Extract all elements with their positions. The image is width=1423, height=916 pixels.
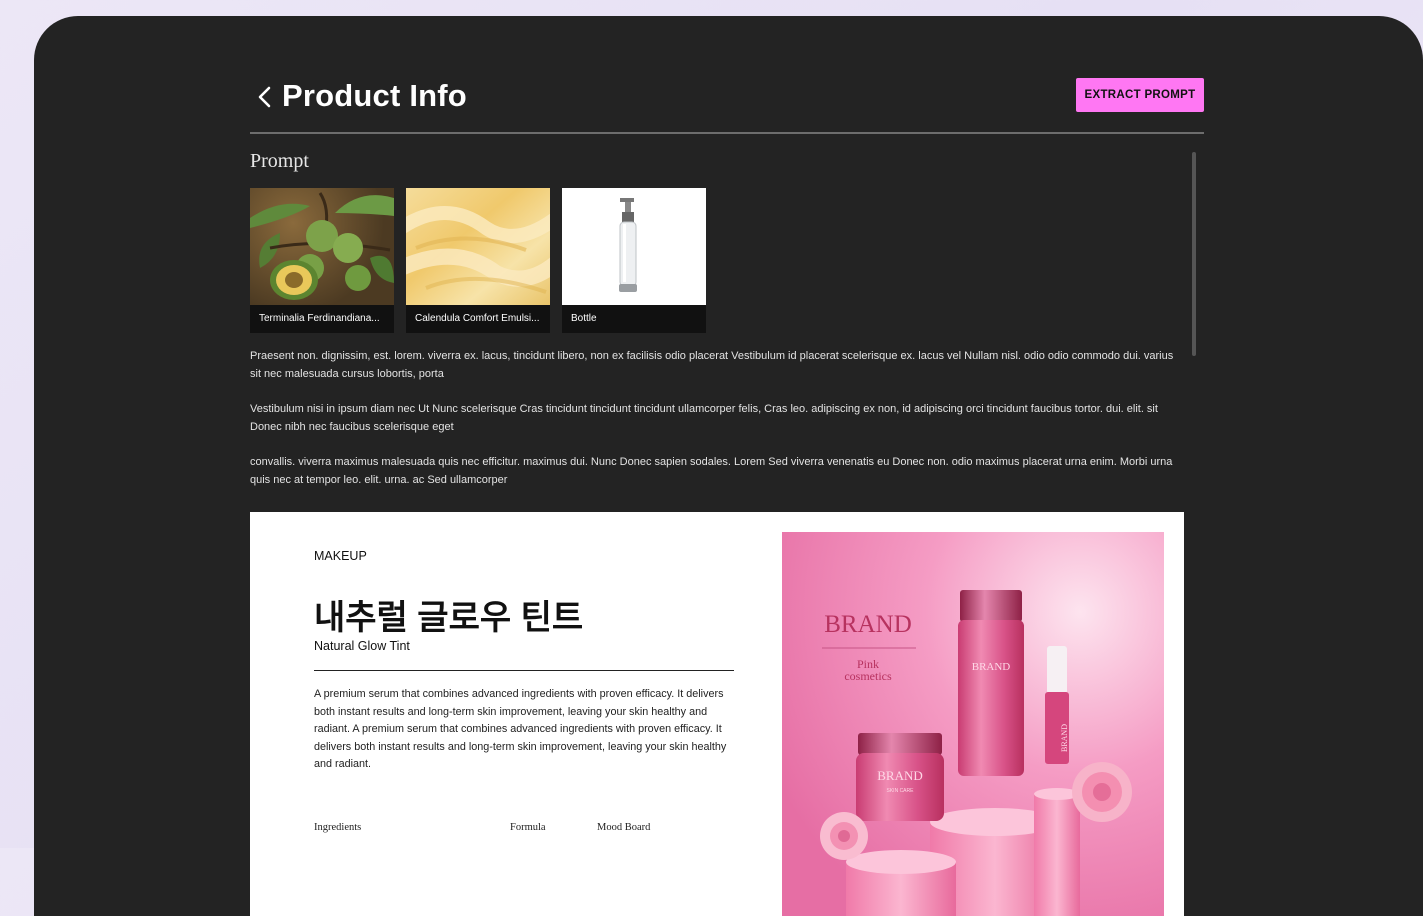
header-divider <box>250 132 1204 134</box>
prompt-thumbnails: Terminalia Ferdinandiana... Calendula Co… <box>250 188 706 333</box>
ingredients-label: Ingredients <box>314 822 362 833</box>
app-window: Product Info EXTRACT PROMPT Prompt Termi… <box>34 16 1423 916</box>
thumbnail-caption: Terminalia Ferdinandiana... <box>259 313 380 324</box>
prompt-section-label: Prompt <box>250 150 309 172</box>
back-icon[interactable] <box>254 84 276 110</box>
product-card: MAKEUP 내추럴 글로우 틴트 Natural Glow Tint A pr… <box>250 512 1184 916</box>
prompt-paragraph: Praesent non. dignissim, est. lorem. viv… <box>250 350 1174 380</box>
bottle-brand-text: BRAND <box>972 661 1011 673</box>
thumbnail-card[interactable]: Terminalia Ferdinandiana... <box>250 188 394 333</box>
bottle-image <box>562 188 706 305</box>
product-title-kr: 내추럴 글로우 틴트 <box>314 599 584 637</box>
formula-label: Formula <box>510 822 546 833</box>
jar-sub-text: SKIN CARE <box>887 788 915 794</box>
prompt-paragraph: Vestibulum nisi in ipsum diam nec Ut Nun… <box>250 403 1158 433</box>
extract-prompt-button[interactable]: EXTRACT PROMPT <box>1076 78 1204 112</box>
image-subtitle-2: cosmetics <box>844 669 892 683</box>
prompt-text: Praesent non. dignissim, est. lorem. viv… <box>250 348 1182 507</box>
thumbnail-caption: Bottle <box>571 313 597 324</box>
prompt-paragraph: convallis. viverra maximus malesuada qui… <box>250 456 1173 486</box>
fruit-image <box>250 188 394 305</box>
image-brand-text: BRAND <box>824 611 912 638</box>
product-category: MAKEUP <box>314 549 367 563</box>
scrollbar[interactable] <box>1192 152 1196 356</box>
page-header: Product Info EXTRACT PROMPT <box>250 78 1204 134</box>
thumbnail-caption: Calendula Comfort Emulsi... <box>415 313 540 324</box>
mood-board-label: Mood Board <box>597 822 651 833</box>
product-title-en: Natural Glow Tint <box>314 639 410 653</box>
page-title: Product Info <box>282 78 467 113</box>
thumbnail-card[interactable]: Calendula Comfort Emulsi... <box>406 188 550 333</box>
cream-image <box>406 188 550 305</box>
thumbnail-card[interactable]: Bottle <box>562 188 706 333</box>
product-image: BRAND Pink cosmetics BRAND BRAND SKIN CA… <box>782 532 1164 916</box>
tube-brand-text: BRAND <box>1060 724 1069 752</box>
product-description: A premium serum that combines advanced i… <box>314 688 727 770</box>
product-divider <box>314 670 734 671</box>
jar-brand-text: BRAND <box>877 768 923 783</box>
